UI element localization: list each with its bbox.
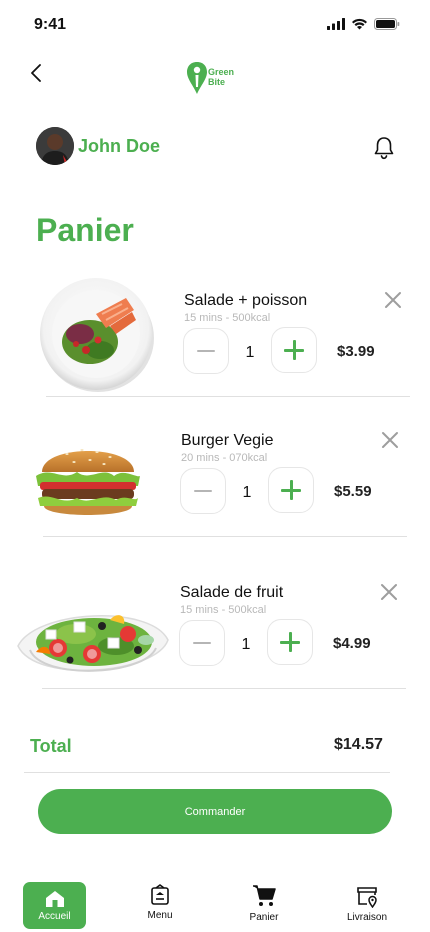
minus-icon (193, 642, 211, 644)
increase-qty-button[interactable] (271, 327, 317, 373)
item-meta: 15 mins - 500kcal (184, 312, 271, 324)
veggie-burger-image (36, 449, 140, 515)
decrease-qty-button[interactable] (180, 468, 226, 514)
minus-icon (194, 490, 212, 492)
close-icon (382, 432, 398, 448)
item-price: $5.59 (334, 483, 372, 500)
item-qty: 1 (241, 636, 251, 653)
increase-qty-button[interactable] (267, 619, 313, 665)
logo-text-line2: Bite (208, 77, 226, 87)
remove-item-button[interactable] (379, 582, 399, 602)
chevron-left-icon (31, 64, 41, 82)
plus-icon (284, 340, 304, 360)
item-divider (46, 396, 410, 397)
signal-icon (327, 18, 345, 30)
menu-icon (151, 884, 169, 905)
back-button[interactable] (24, 60, 48, 86)
item-price: $4.99 (333, 635, 371, 652)
plus-icon (281, 480, 301, 500)
bottom-nav: Accueil Menu Panier Livraison (0, 872, 430, 932)
increase-qty-button[interactable] (268, 467, 314, 513)
total-divider (24, 772, 390, 773)
plus-icon (280, 632, 300, 652)
item-price: $3.99 (337, 343, 375, 360)
status-icons (327, 18, 400, 30)
logo-text-line1: Green (208, 67, 235, 77)
cart-icon (253, 885, 276, 906)
item-name: Salade + poisson (184, 292, 308, 309)
nav-item-accueil[interactable]: Accueil (23, 882, 86, 929)
item-meta: 20 mins - 070kcal (181, 452, 268, 464)
delivery-icon (357, 887, 377, 908)
item-divider (42, 688, 406, 689)
avatar[interactable] (36, 127, 74, 165)
nav-label: Accueil (38, 911, 71, 922)
total-value: $14.57 (334, 736, 383, 753)
item-divider (43, 536, 407, 537)
wifi-icon (352, 18, 367, 30)
user-name: John Doe (78, 136, 161, 156)
cart-item: Burger Vegie 20 mins - 070kcal 1 $5.59 (0, 420, 430, 550)
item-name: Burger Vegie (181, 432, 274, 449)
avatar-image (36, 127, 74, 165)
decrease-qty-button[interactable] (183, 328, 229, 374)
fruit-salad-image (17, 615, 169, 672)
decrease-qty-button[interactable] (179, 620, 225, 666)
remove-item-button[interactable] (380, 430, 400, 450)
total-label: Total (30, 736, 72, 756)
item-qty: 1 (245, 344, 255, 361)
page-title: Panier (36, 212, 134, 248)
leaf-pin-icon (187, 62, 207, 94)
status-time: 9:41 (34, 16, 67, 33)
nav-label: Panier (249, 912, 279, 923)
nav-label: Livraison (346, 912, 388, 923)
nav-item-livraison[interactable]: Livraison (332, 882, 402, 930)
item-name: Salade de fruit (180, 584, 284, 601)
salmon-salad-image (40, 278, 154, 392)
nav-item-menu[interactable]: Menu (125, 882, 195, 930)
cart-item: Salade de fruit 15 mins - 500kcal 1 $4.9… (0, 572, 430, 702)
logo-text: Green Bite (208, 68, 234, 87)
cart-item: Salade + poisson 15 mins - 500kcal 1 $3.… (0, 276, 430, 406)
green-bite-logo: Green Bite (186, 60, 246, 96)
item-qty: 1 (242, 484, 252, 501)
close-icon (385, 292, 401, 308)
nav-label: Menu (147, 910, 173, 921)
minus-icon (197, 350, 215, 352)
item-meta: 15 mins - 500kcal (180, 604, 267, 616)
order-button[interactable]: Commander (38, 789, 392, 834)
battery-icon (374, 18, 400, 30)
bell-icon (374, 137, 394, 160)
status-bar: 9:41 (0, 0, 430, 50)
close-icon (381, 584, 397, 600)
home-icon (45, 891, 64, 907)
remove-item-button[interactable] (383, 290, 403, 310)
notification-button[interactable] (372, 135, 396, 161)
nav-item-panier[interactable]: Panier (229, 882, 299, 930)
